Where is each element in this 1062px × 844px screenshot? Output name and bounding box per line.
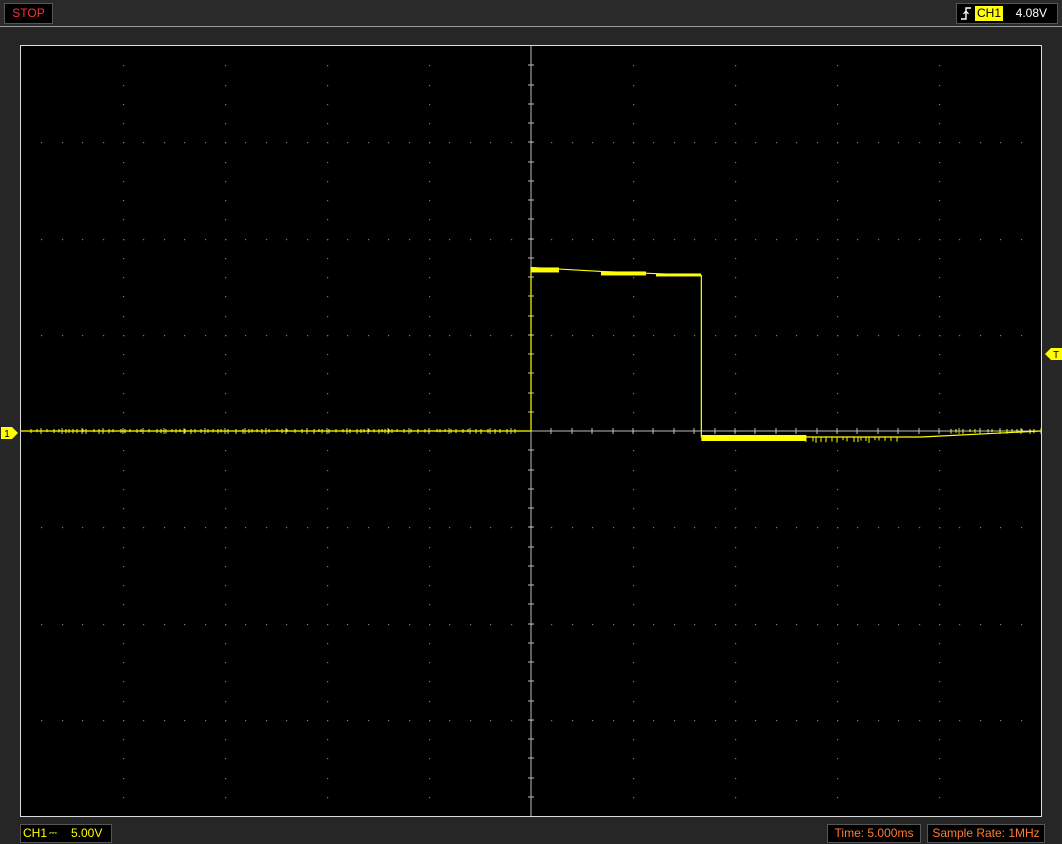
ch1-level-marker[interactable]: 1	[1, 427, 19, 439]
rising-edge-icon	[961, 7, 971, 20]
top-divider	[0, 26, 1062, 27]
timebase-readout[interactable]: Time: 5.000ms	[827, 824, 921, 843]
ch1-volts-per-div: 5.00V	[71, 826, 103, 840]
trigger-marker-label: T	[1053, 350, 1059, 360]
ch1-waveform	[21, 266, 1041, 443]
high-level-noise-band	[531, 267, 559, 273]
oscilloscope-display[interactable]	[20, 45, 1042, 817]
trigger-channel-badge: CH1	[975, 6, 1004, 21]
dc-coupling-icon: ⎓	[49, 828, 57, 839]
trigger-level-value: 4.08V	[1015, 6, 1047, 20]
ch1-trace	[21, 266, 1041, 438]
trigger-level-marker[interactable]: T	[1044, 348, 1062, 360]
low-level-noise-band	[701, 435, 807, 441]
sample-rate-readout[interactable]: Sample Rate: 1MHz	[927, 824, 1045, 843]
high-level-noise-band	[601, 271, 646, 276]
ch1-settings[interactable]: CH1 ⎓ 5.00V	[20, 824, 112, 843]
ch1-label: CH1	[23, 826, 48, 840]
top-status-bar	[0, 0, 1062, 26]
high-level-noise-band	[656, 273, 701, 277]
trigger-info[interactable]: CH1 4.08V	[956, 3, 1058, 24]
run-stop-status[interactable]: STOP	[4, 3, 53, 24]
ch1-marker-label: 1	[4, 429, 10, 439]
